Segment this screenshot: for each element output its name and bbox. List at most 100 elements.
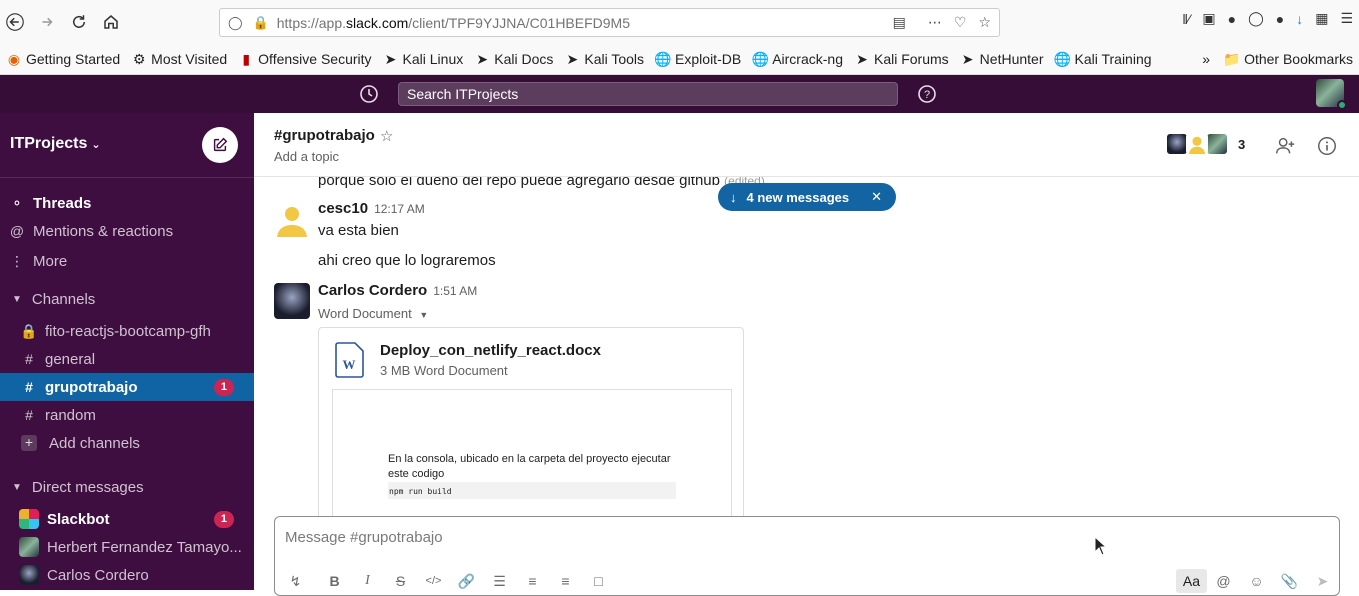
sidebar-item-channel[interactable]: # random <box>0 401 254 429</box>
bookmark-most-visited[interactable]: ⚙ Most Visited <box>131 51 227 68</box>
compose-button[interactable] <box>202 127 238 163</box>
star-icon[interactable]: ☆ <box>380 127 393 145</box>
bookmark-kali-linux[interactable]: ➤ Kali Linux <box>383 50 464 68</box>
channel-name[interactable]: #grupotrabajo <box>274 127 375 144</box>
ordered-list-icon[interactable]: ☰ <box>483 573 516 590</box>
offsec-icon: ▮ <box>242 50 251 67</box>
other-bookmarks[interactable]: 📁 Other Bookmarks <box>1223 51 1353 68</box>
bulleted-list-icon[interactable]: ≡ <box>516 573 549 589</box>
slack-top-bar: Search ITProjects ? <box>0 75 1359 113</box>
file-type-toggle[interactable]: Word Document ▼ <box>318 306 428 321</box>
sidebar-item-channel[interactable]: 🔒 fito-reactjs-bootcamp-gfh <box>0 317 254 345</box>
arrow-down-icon: ↓ <box>730 189 737 205</box>
sidebar-item-dm[interactable]: Herbert Fernandez Tamayo... <box>0 533 254 561</box>
sidebar-item-dm[interactable]: Slackbot 1 <box>0 505 254 533</box>
indent-list-icon[interactable]: ≡ <box>549 573 582 589</box>
reload-button[interactable] <box>64 7 94 37</box>
unread-badge: 1 <box>213 379 234 396</box>
kali-dragon-icon: ➤ <box>384 50 397 67</box>
page-actions-icon[interactable]: ⋯ <box>928 14 942 31</box>
preview-code: npm run build <box>388 482 676 499</box>
member-list-button[interactable]: 3 <box>1166 133 1245 155</box>
avatar <box>19 537 39 557</box>
lock-icon: 🔒 <box>252 14 269 30</box>
add-member-icon[interactable] <box>1274 135 1296 157</box>
message-input[interactable]: Message #grupotrabajo <box>285 529 443 546</box>
bookmark-kali-training[interactable]: 🌐 Kali Training <box>1053 50 1152 68</box>
forward-button[interactable] <box>32 7 62 37</box>
shortcuts-lightning-icon[interactable]: ↯ <box>279 573 312 590</box>
send-icon[interactable]: ➤ <box>1306 573 1339 590</box>
search-input[interactable]: Search ITProjects <box>398 82 898 106</box>
avatar[interactable] <box>274 283 310 319</box>
at-mention-icon[interactable]: @ <box>1207 573 1240 589</box>
pocket-icon[interactable]: ♡ <box>954 14 967 31</box>
formatting-toggle-button[interactable]: Aa <box>1175 569 1207 593</box>
code-icon[interactable]: </> <box>417 575 450 587</box>
file-attachment[interactable]: W Deploy_con_netlify_react.docx 3 MB Wor… <box>318 327 744 516</box>
sidebar-item-dm[interactable]: Carlos Cordero <box>0 561 254 589</box>
library-icon[interactable]: ‖⁄ <box>1182 11 1190 27</box>
file-name[interactable]: Deploy_con_netlify_react.docx <box>380 342 601 359</box>
channels-section-header[interactable]: ▼ Channels <box>0 285 254 313</box>
close-icon[interactable]: ✕ <box>871 189 882 205</box>
url-bar[interactable]: ◯ 🔒 https://app.slack.com/client/TPF9YJJ… <box>219 8 1000 37</box>
message-author[interactable]: Carlos Cordero 1:51 AM <box>318 282 477 299</box>
link-icon[interactable]: 🔗 <box>450 573 483 590</box>
home-button[interactable] <box>96 7 126 37</box>
message-timestamp[interactable]: 1:51 AM <box>433 284 477 298</box>
extension-icon[interactable]: ◯ <box>1248 10 1264 27</box>
dm-section-header[interactable]: ▼ Direct messages <box>0 473 254 501</box>
message-timestamp[interactable]: 12:17 AM <box>374 202 425 216</box>
hash-icon: # <box>25 407 33 423</box>
extensions-grid-icon[interactable]: ▦ <box>1315 10 1328 27</box>
message-author[interactable]: cesc10 12:17 AM <box>318 200 425 217</box>
chevron-right-icon[interactable]: » <box>1202 51 1210 67</box>
code-block-icon[interactable]: □ <box>582 573 615 589</box>
more-vertical-icon: ⋮ <box>10 252 24 269</box>
avatar[interactable] <box>274 201 310 237</box>
sidebar-item-threads[interactable]: ⚬ Threads <box>0 189 254 217</box>
italic-icon[interactable]: I <box>351 573 384 589</box>
firefox-icon: ◉ <box>7 50 21 67</box>
extension-icon[interactable]: ● <box>1228 11 1236 27</box>
back-button[interactable] <box>0 7 30 37</box>
reader-view-icon[interactable]: ▤ <box>893 14 906 31</box>
globe-icon: 🌐 <box>1053 50 1072 67</box>
bookmark-exploit-db[interactable]: 🌐 Exploit-DB <box>654 51 741 68</box>
message-composer[interactable]: Message #grupotrabajo ↯ B I S </> 🔗 ☰ ≡ … <box>274 516 1340 596</box>
attachment-icon[interactable]: 📎 <box>1273 573 1306 590</box>
sidebar-item-mentions[interactable]: @ Mentions & reactions <box>0 217 254 245</box>
bookmark-kali-tools[interactable]: ➤ Kali Tools <box>564 51 645 68</box>
user-avatar[interactable] <box>1316 79 1347 110</box>
workspace-menu[interactable]: ITProjects ⌄ <box>10 135 101 153</box>
info-icon[interactable] <box>1316 135 1338 157</box>
bookmark-nethunter[interactable]: ➤ NetHunter <box>960 51 1044 68</box>
bookmark-kali-docs[interactable]: ➤ Kali Docs <box>474 51 553 68</box>
bookmark-aircrack-ng[interactable]: 🌐 Aircrack-ng <box>751 51 843 68</box>
extension-icon[interactable]: ● <box>1276 11 1284 27</box>
strikethrough-icon[interactable]: S <box>384 573 417 589</box>
sidebar-item-channel[interactable]: # general <box>0 345 254 373</box>
sidebar-item-more[interactable]: ⋮ More <box>0 247 254 275</box>
bookmark-offensive-security[interactable]: ▮ Offensive Security <box>238 50 371 68</box>
history-clock-icon[interactable] <box>359 84 379 104</box>
download-icon[interactable]: ↓ <box>1296 11 1303 27</box>
help-icon[interactable]: ? <box>917 84 937 104</box>
sidebar-icon[interactable]: ▣ <box>1202 10 1215 27</box>
file-preview[interactable]: En la consola, ubicado en la carpeta del… <box>332 389 732 516</box>
add-topic-link[interactable]: Add a topic <box>274 149 339 164</box>
at-icon: @ <box>9 223 25 239</box>
bookmark-star-icon[interactable]: ☆ <box>978 14 991 31</box>
add-channels-button[interactable]: + Add channels <box>0 429 254 457</box>
new-messages-banner[interactable]: ↓ 4 new messages ✕ <box>718 183 896 211</box>
emoji-icon[interactable]: ☺ <box>1240 573 1273 589</box>
threads-icon: ⚬ <box>11 194 23 211</box>
bookmark-kali-forums[interactable]: ➤ Kali Forums <box>854 51 949 68</box>
caret-down-icon: ▼ <box>12 481 22 493</box>
bookmark-getting-started[interactable]: ◉ Getting Started <box>6 50 120 68</box>
bookmarks-bar: ◉ Getting Started ⚙ Most Visited ▮ Offensiv… <box>0 44 1359 75</box>
sidebar-item-channel-active[interactable]: # grupotrabajo 1 <box>0 373 254 401</box>
menu-icon[interactable]: ☰ <box>1340 10 1353 27</box>
bold-icon[interactable]: B <box>318 573 351 589</box>
